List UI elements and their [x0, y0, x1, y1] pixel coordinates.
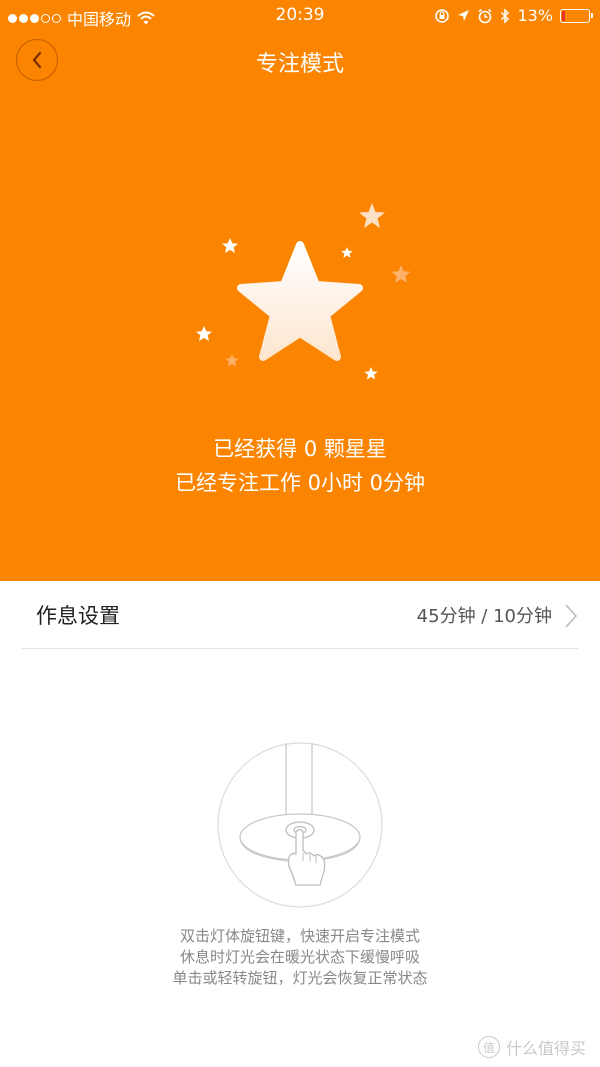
small-star-icon: [391, 265, 411, 283]
focus-time-text: 已经专注工作 0小时 0分钟: [174, 471, 426, 495]
hint-line: 双击灯体旋钮键，快速开启专注模式: [179, 927, 420, 945]
chevron-right-icon: [565, 604, 578, 628]
nav-bar: 专注模式: [0, 32, 600, 88]
big-star-icon: [237, 241, 363, 361]
row-divider: [22, 648, 578, 649]
small-star-icon: [359, 203, 385, 228]
hint-line: 休息时灯光会在暖光状态下缓慢呼吸: [179, 948, 420, 966]
bluetooth-icon: [501, 7, 510, 24]
watermark-text: 什么值得买: [505, 1039, 586, 1058]
lamp-knob-press-icon: [217, 742, 383, 908]
schedule-settings-row[interactable]: 作息设置 45分钟 / 10分钟: [0, 581, 600, 649]
watermark-badge: 值: [477, 1036, 500, 1058]
small-star-icon: [225, 354, 239, 367]
small-star-icon: [364, 367, 378, 380]
status-bar: 中国移动 20:39 13%: [0, 0, 600, 32]
small-star-icon: [341, 247, 353, 258]
battery-percent: 13%: [517, 6, 553, 25]
location-arrow-icon: [458, 10, 470, 21]
small-star-icon: [196, 326, 212, 341]
alarm-icon: [478, 8, 492, 23]
battery-icon: [560, 8, 593, 23]
page-title: 专注模式: [255, 52, 344, 77]
watermark: 值 什么值得买: [477, 1035, 586, 1059]
schedule-settings-value: 45分钟 / 10分钟: [416, 606, 552, 627]
hint-line: 单击或轻转旋钮，灯光会恢复正常状态: [172, 969, 428, 987]
orientation-lock-icon: [435, 8, 450, 23]
usage-hint: 双击灯体旋钮键，快速开启专注模式 休息时灯光会在暖光状态下缓慢呼吸 单击或轻转旋…: [0, 926, 600, 989]
small-star-icon: [222, 238, 238, 253]
focus-stats: 已经获得 0 颗星星 已经专注工作 0小时 0分钟: [0, 432, 600, 500]
header-panel: 中国移动 20:39 13% 专注模式 已经获得 0 颗星星 已经专注工作 0小…: [0, 0, 600, 581]
stars-illustration: [196, 203, 411, 380]
status-right: 13%: [434, 6, 593, 25]
stars-earned-text: 已经获得 0 颗星星: [213, 437, 387, 461]
schedule-settings-label: 作息设置: [36, 604, 120, 628]
